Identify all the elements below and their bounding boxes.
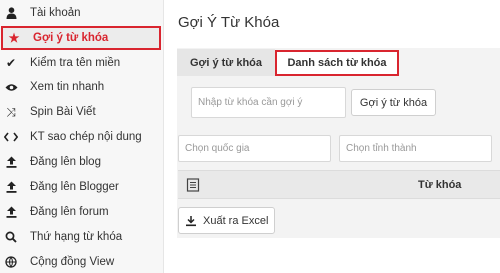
sidebar-item-quick-news[interactable]: Xem tin nhanh	[0, 75, 164, 99]
sidebar-item-community-view[interactable]: Cộng đồng View	[0, 250, 164, 273]
star-icon: ★	[8, 31, 20, 45]
sidebar-item-account[interactable]: Tài khoản	[0, 1, 164, 25]
tab-keyword-list[interactable]: Danh sách từ khóa	[275, 50, 399, 76]
city-select[interactable]: Chọn tỉnh thành	[339, 135, 492, 162]
upload-icon	[4, 155, 18, 169]
country-select-placeholder: Chọn quốc gia	[185, 143, 250, 154]
sidebar-item-label: Cộng đồng View	[30, 256, 115, 268]
sidebar-item-post-forum[interactable]: Đăng lên forum	[0, 200, 164, 224]
upload-icon	[4, 205, 18, 219]
shuffle-icon: ⤨	[6, 104, 16, 119]
upload-icon	[4, 180, 18, 194]
sidebar-item-post-blog[interactable]: Đăng lên blog	[0, 150, 164, 174]
check-icon: ✔	[5, 56, 17, 70]
export-excel-label: Xuất ra Excel	[203, 214, 269, 227]
sidebar-item-keyword-rank[interactable]: Thứ hạng từ khóa	[0, 225, 164, 249]
country-select[interactable]: Chọn quốc gia	[178, 135, 331, 162]
sidebar: Tài khoản ★ Gợi ý từ khóa ✔ Kiểm tra tên…	[0, 0, 164, 273]
sidebar-item-label: Đăng lên Blogger	[30, 181, 119, 193]
sidebar-item-label: Đăng lên blog	[30, 156, 101, 168]
user-icon	[4, 6, 18, 20]
main-content: Gợi Ý Từ Khóa Gợi ý từ khóa Danh sách từ…	[165, 0, 500, 273]
keyword-input[interactable]: Nhập từ khóa cần gợi ý	[191, 87, 346, 118]
city-select-placeholder: Chọn tỉnh thành	[346, 143, 417, 154]
export-icon	[185, 215, 197, 227]
code-icon	[4, 130, 18, 144]
sidebar-item-copy-check[interactable]: KT sao chép nội dung	[0, 125, 164, 149]
sidebar-item-spin[interactable]: ⤨ Spin Bài Viết	[0, 100, 164, 124]
sidebar-item-domain-check[interactable]: ✔ Kiểm tra tên miền	[0, 51, 164, 75]
sidebar-item-label: Đăng lên forum	[30, 206, 109, 218]
search-icon	[4, 230, 18, 244]
sidebar-item-label: Spin Bài Viết	[30, 106, 96, 118]
tab-keyword-suggest[interactable]: Gợi ý từ khóa	[177, 49, 275, 76]
sidebar-item-label: Thứ hạng từ khóa	[30, 231, 123, 243]
sidebar-item-label: Gợi ý từ khóa	[33, 32, 109, 44]
column-header-keyword: Từ khóa	[418, 179, 462, 191]
sidebar-item-label: Xem tin nhanh	[30, 81, 105, 93]
keyword-input-placeholder: Nhập từ khóa cần gợi ý	[198, 97, 303, 108]
sidebar-item-label: Kiểm tra tên miền	[30, 57, 121, 69]
sidebar-item-label: KT sao chép nội dung	[30, 131, 142, 143]
suggest-button[interactable]: Gợi ý từ khóa	[351, 89, 436, 116]
sidebar-item-keyword-suggest[interactable]: ★ Gợi ý từ khóa	[1, 26, 161, 50]
globe-icon	[4, 255, 18, 269]
export-excel-button[interactable]: Xuất ra Excel	[178, 207, 275, 234]
table-header: Từ khóa	[178, 170, 500, 199]
document-icon[interactable]	[186, 178, 200, 192]
sidebar-item-post-blogger[interactable]: Đăng lên Blogger	[0, 175, 164, 199]
sidebar-item-label: Tài khoản	[30, 7, 81, 19]
eye-icon	[4, 80, 18, 94]
page-title: Gợi Ý Từ Khóa	[178, 14, 280, 31]
